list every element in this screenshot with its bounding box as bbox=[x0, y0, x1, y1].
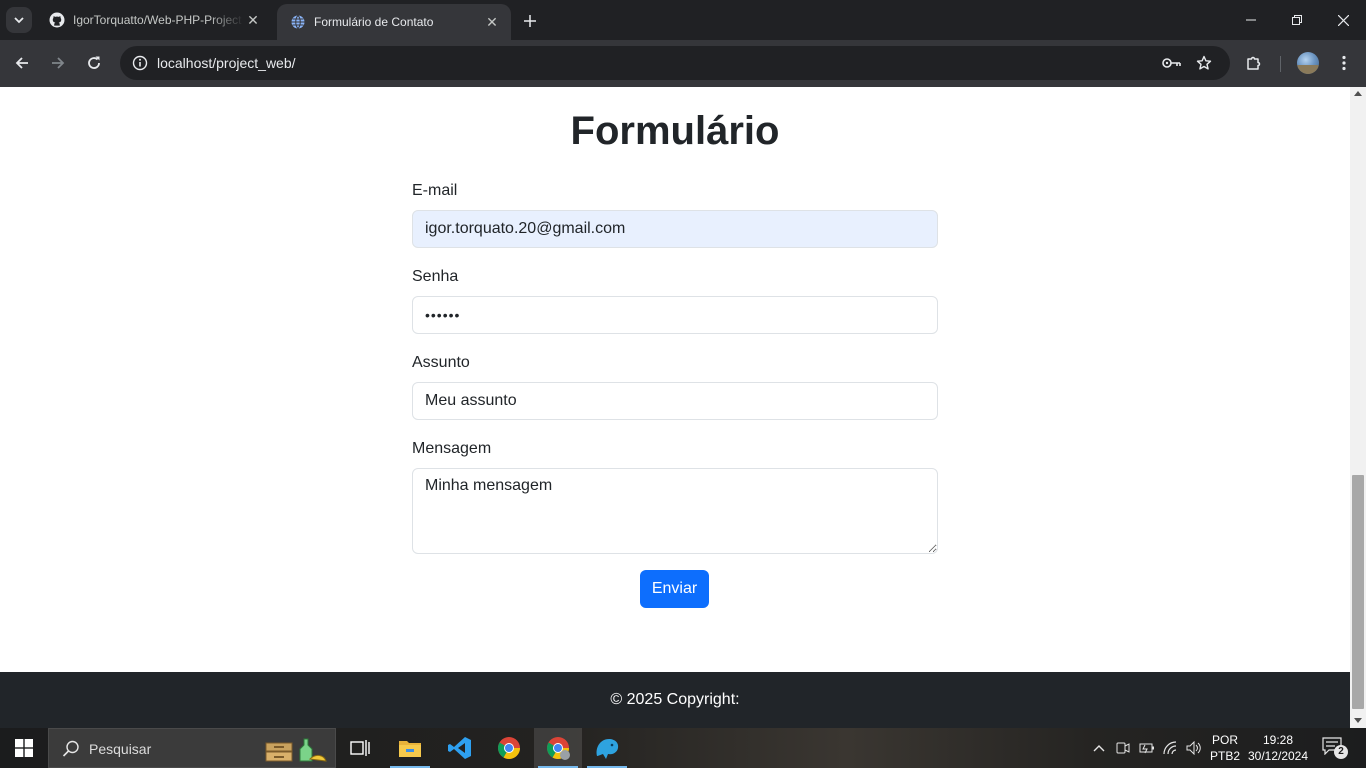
forward-button[interactable] bbox=[44, 49, 72, 77]
profile-avatar[interactable] bbox=[1297, 52, 1319, 74]
window-close-button[interactable] bbox=[1320, 0, 1366, 40]
new-tab-button[interactable] bbox=[519, 10, 541, 32]
reload-button[interactable] bbox=[80, 49, 108, 77]
close-icon bbox=[1337, 14, 1349, 26]
folder-icon bbox=[399, 741, 421, 757]
wifi-icon bbox=[1163, 741, 1177, 755]
arrow-right-icon bbox=[52, 57, 65, 69]
back-button[interactable] bbox=[8, 49, 36, 77]
battery-icon bbox=[1139, 743, 1154, 754]
restore-button[interactable] bbox=[1274, 0, 1320, 40]
windows-taskbar: Pesquisar POR PTB2 19:28 30/12/2024 2 bbox=[0, 728, 1366, 768]
mysql-workbench-button[interactable] bbox=[583, 728, 631, 768]
speaker-icon bbox=[1186, 741, 1201, 755]
camera-tray-button[interactable] bbox=[1112, 728, 1134, 768]
taskbar-search[interactable]: Pesquisar bbox=[48, 728, 336, 768]
page-scrollbar[interactable] bbox=[1350, 87, 1366, 728]
chrome-active-button[interactable] bbox=[534, 728, 582, 768]
search-icon bbox=[62, 740, 79, 757]
show-hidden-icons-button[interactable] bbox=[1088, 728, 1110, 768]
network-tray-button[interactable] bbox=[1160, 728, 1182, 768]
chevron-down-icon bbox=[14, 17, 24, 24]
browser-tabstrip: IgorTorquatto/Web-PHP-Project ✕ Formulár… bbox=[0, 0, 1366, 40]
message-textarea[interactable]: Minha mensagem bbox=[412, 468, 938, 554]
email-field[interactable] bbox=[412, 210, 938, 248]
camera-icon bbox=[1116, 742, 1130, 754]
tab-formulario[interactable]: Formulário de Contato ✕ bbox=[277, 4, 511, 40]
tab-github[interactable]: IgorTorquatto/Web-PHP-Project ✕ bbox=[36, 0, 272, 40]
restore-icon bbox=[1292, 15, 1302, 25]
arrow-left-icon bbox=[15, 57, 28, 69]
task-view-icon bbox=[350, 740, 370, 756]
page-footer: © 2025 Copyright: bbox=[0, 672, 1350, 728]
notification-center-button[interactable]: 2 bbox=[1322, 737, 1348, 759]
page-viewport: Formulário E-mail Senha Assunto Mensagem… bbox=[0, 87, 1350, 728]
reload-icon bbox=[88, 56, 100, 69]
star-icon[interactable] bbox=[1192, 51, 1216, 75]
tab-title: Formulário de Contato bbox=[314, 15, 434, 29]
file-explorer-button[interactable] bbox=[386, 728, 434, 768]
notification-count: 2 bbox=[1334, 745, 1348, 759]
plus-icon bbox=[524, 15, 536, 27]
email-label: E-mail bbox=[412, 182, 458, 199]
scroll-up-arrow-icon[interactable] bbox=[1354, 91, 1362, 96]
clock-time: 19:28 bbox=[1262, 733, 1294, 747]
message-label: Mensagem bbox=[412, 440, 492, 457]
keyboard-layout: PTB2 bbox=[1209, 749, 1240, 763]
clock-date: 30/12/2024 bbox=[1247, 749, 1309, 763]
scroll-down-arrow-icon[interactable] bbox=[1354, 718, 1362, 723]
dolphin-icon bbox=[596, 739, 619, 759]
language-code: POR bbox=[1211, 733, 1238, 747]
search-placeholder: Pesquisar bbox=[89, 741, 152, 757]
volume-tray-button[interactable] bbox=[1183, 728, 1205, 768]
scrollbar-thumb[interactable] bbox=[1352, 475, 1364, 709]
vscode-button[interactable] bbox=[436, 728, 484, 768]
minimize-button[interactable] bbox=[1228, 0, 1274, 40]
task-view-button[interactable] bbox=[336, 728, 384, 768]
url-text[interactable]: localhost/project_web/ bbox=[157, 55, 296, 71]
globe-icon bbox=[290, 14, 306, 30]
battery-tray-button[interactable] bbox=[1136, 728, 1158, 768]
page-title: Formulário bbox=[570, 109, 780, 153]
subject-label: Assunto bbox=[412, 354, 470, 371]
language-indicator[interactable]: POR PTB2 bbox=[1208, 732, 1242, 764]
start-button[interactable] bbox=[0, 728, 48, 768]
vscode-icon bbox=[448, 737, 471, 759]
puzzle-icon bbox=[1247, 56, 1261, 70]
key-icon[interactable] bbox=[1160, 51, 1184, 75]
tab-search-button[interactable] bbox=[6, 7, 32, 33]
close-icon[interactable]: ✕ bbox=[244, 11, 262, 29]
github-icon bbox=[49, 12, 65, 28]
address-bar[interactable]: localhost/project_web/ bbox=[120, 46, 1230, 80]
toolbar-divider bbox=[1280, 56, 1281, 72]
chrome-icon bbox=[498, 737, 520, 759]
minimize-icon bbox=[1246, 19, 1256, 21]
site-info-icon[interactable] bbox=[128, 51, 152, 75]
menu-button[interactable] bbox=[1330, 49, 1358, 77]
windows-logo-icon bbox=[15, 739, 33, 757]
chrome-icon bbox=[547, 737, 570, 760]
tab-title: IgorTorquatto/Web-PHP-Project bbox=[73, 13, 242, 27]
chevron-up-icon bbox=[1093, 745, 1105, 752]
cleaning-supplies-icon bbox=[265, 738, 327, 762]
more-vertical-icon bbox=[1342, 55, 1346, 71]
subject-field[interactable] bbox=[412, 382, 938, 420]
taskbar-clock[interactable]: 19:28 30/12/2024 bbox=[1244, 732, 1312, 764]
chrome-button[interactable] bbox=[485, 728, 533, 768]
extensions-button[interactable] bbox=[1240, 49, 1268, 77]
submit-button[interactable]: Enviar bbox=[640, 570, 709, 608]
close-icon[interactable]: ✕ bbox=[483, 13, 501, 31]
password-label: Senha bbox=[412, 268, 459, 285]
browser-toolbar: localhost/project_web/ bbox=[0, 40, 1366, 87]
password-field[interactable] bbox=[412, 296, 938, 334]
